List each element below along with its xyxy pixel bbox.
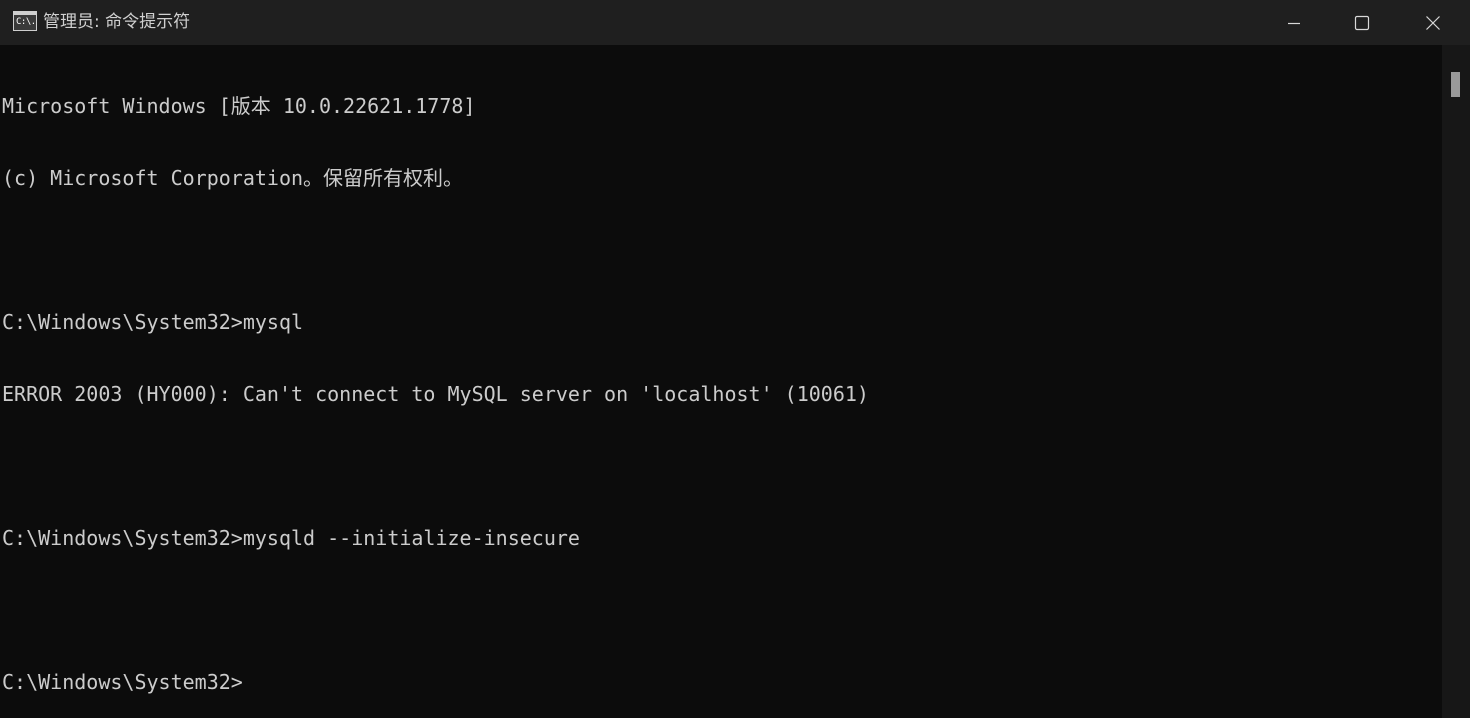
maximize-icon [1354, 15, 1370, 30]
close-button[interactable] [1398, 0, 1468, 45]
console-line: C:\Windows\System32>mysqld --initialize-… [2, 526, 580, 550]
console-prompt: C:\Windows\System32> [2, 670, 243, 694]
command-prompt-icon[interactable]: C:\. [13, 11, 37, 31]
console-line: (c) Microsoft Corporation。保留所有权利。 [2, 166, 464, 190]
console-line: ERROR 2003 (HY000): Can't connect to MyS… [2, 382, 869, 406]
app-icon-glyph: C:\. [16, 17, 36, 27]
close-icon [1426, 15, 1440, 30]
console-output[interactable]: Microsoft Windows [版本 10.0.22621.1778] (… [0, 45, 1442, 718]
console-line: C:\Windows\System32>mysql [2, 310, 304, 334]
maximize-button[interactable] [1327, 0, 1397, 45]
title-bar[interactable]: C:\. 管理员: 命令提示符 [0, 0, 1470, 45]
minimize-button[interactable] [1259, 0, 1329, 45]
vertical-scrollbar[interactable] [1442, 45, 1470, 718]
minimize-icon [1288, 22, 1300, 24]
console-text: Microsoft Windows [版本 10.0.22621.1778] (… [2, 46, 869, 718]
console-line: Microsoft Windows [版本 10.0.22621.1778] [2, 94, 476, 118]
window-title: 管理员: 命令提示符 [43, 12, 191, 32]
scrollbar-thumb[interactable] [1451, 72, 1460, 97]
cmd-window: C:\. 管理员: 命令提示符 Microsoft Windows [版本 10… [0, 0, 1470, 718]
